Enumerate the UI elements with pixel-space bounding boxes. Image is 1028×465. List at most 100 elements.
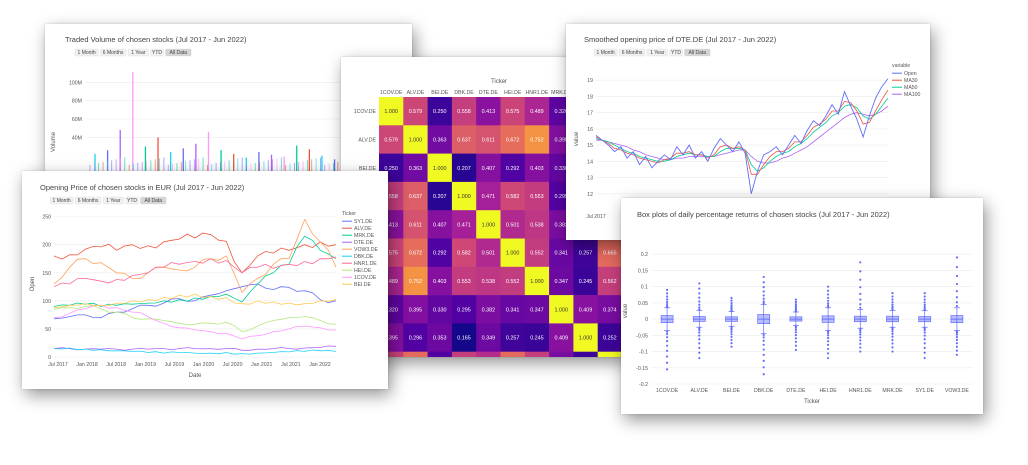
boxplot-outlier [730,328,733,331]
svg-text:0.296: 0.296 [409,336,423,342]
boxplot-x-tick: BEI.DE [723,388,741,394]
opening-range-button-1-month[interactable]: 1 Month [49,196,74,205]
opening-x-tick: Jul 2018 [106,362,126,368]
boxplot-outlier [666,368,669,371]
boxplot-outlier [859,286,862,289]
opening-range-button-1-year[interactable]: 1 Year [102,196,124,205]
boxplot-outlier [923,295,926,298]
boxplot-x-tick: MRK.DE [882,388,903,394]
heatmap-cell: 0.341 [549,238,574,268]
smoothed-range-button-1-month[interactable]: 1 Month [593,48,618,57]
heatmap-cell: 0.409 [573,295,598,324]
svg-text:0.257: 0.257 [579,251,593,257]
boxplot-outlier [827,352,830,355]
heatmap-x-title: Ticker [491,79,507,85]
boxplot-box-dte-de [789,311,803,326]
boxplot-outlier [955,301,958,304]
svg-text:0.363: 0.363 [409,166,423,172]
boxplot-box-alv-de [692,310,706,328]
heatmap-cell: 0.552 [524,238,550,268]
svg-text:0.582: 0.582 [457,251,471,257]
volume-range-button-1-month[interactable]: 1 Month [74,48,99,57]
smoothed-legend-item: MA100 [904,92,921,98]
heatmap-cell: 0.611 [476,125,501,154]
heatmap-cell: 0.245 [524,323,550,352]
heatmap-cell: 0.752 [524,125,550,154]
svg-text:0.538: 0.538 [482,279,496,285]
svg-text:1 Month: 1 Month [597,50,615,56]
svg-text:0.207: 0.207 [457,166,471,172]
boxplot-outlier [698,292,701,295]
svg-text:0.575: 0.575 [506,109,520,115]
boxplot-outlier [698,328,701,332]
heatmap-cell: 0.501 [476,238,501,268]
opening-legend-item: DBK.DE [354,254,374,260]
boxplot-outlier [955,336,958,339]
boxplot-outlier [666,340,669,343]
heatmap-cell: 0.558 [451,97,477,126]
opening-y-tick: 250 [42,215,51,221]
opening-series-1cov-de [53,304,336,340]
opening-series-hnr1-de [53,256,337,288]
svg-text:0.637: 0.637 [409,194,423,200]
opening-x-tick: Jul 2020 [223,362,243,368]
boxplot-outlier [955,333,958,336]
boxplot-outlier [794,334,797,337]
heatmap-cell: 0.489 [524,97,550,126]
svg-text:0.538: 0.538 [530,222,544,228]
boxplot-outlier [666,295,669,298]
boxplot-outlier [730,338,733,342]
opening-range-button-all-data[interactable]: All Data [140,196,167,205]
volume-range-button-ytd[interactable]: YTD [150,48,164,57]
opening-range-button-6-months[interactable]: 6 Months [75,196,102,205]
boxplot-outlier [730,304,733,307]
heatmap-cell: 0.403 [524,153,550,183]
svg-text:1.000: 1.000 [482,222,496,228]
volume-range-button-1-year[interactable]: 1 Year [127,48,149,57]
returns-boxplot-chart: Box plots of daily percentage returns of… [623,210,973,405]
svg-text:0.403: 0.403 [530,166,544,172]
heatmap-cell: 0.562 [524,351,550,357]
opening-range-button-ytd[interactable]: YTD [125,196,139,205]
boxplot-outlier [859,306,862,309]
svg-text:0.341: 0.341 [555,251,569,257]
boxplot-x-tick: DTE.DE [786,388,806,394]
boxplot-outlier [666,288,669,292]
svg-text:0.395: 0.395 [409,307,423,313]
heatmap-cell: 0.582 [451,238,477,268]
smoothed-x-tick: Jul 2017 [586,214,606,220]
boxplot-outlier [923,334,926,337]
boxplot-outlier [794,340,797,343]
heatmap-cell: 0.292 [427,238,453,268]
boxplot-outlier [794,298,797,301]
smoothed-range-button-6-months[interactable]: 6 Months [619,48,646,57]
boxplot-outlier [794,344,797,347]
opening-price-chart-card: Opening Price of chosen stocks in EUR (J… [22,171,388,389]
volume-y-label: Volume [51,131,57,152]
boxplot-outlier [730,296,733,300]
opening-x-tick: Jan 2019 [135,362,156,368]
boxplot-outlier [859,336,862,339]
svg-text:0.207: 0.207 [433,194,447,200]
smoothed-range-button-1-year[interactable]: 1 Year [646,48,668,57]
boxplot-outlier [891,332,894,335]
boxplot-outlier [794,305,797,308]
opening-legend-item: HNR1.DE [354,261,377,267]
heatmap-cell: 0.582 [500,181,526,211]
smoothed-range-button-ytd[interactable]: YTD [669,48,683,57]
boxplot-outlier [762,297,765,300]
volume-range-button-all-data[interactable]: All Data [165,48,192,57]
svg-text:All Data: All Data [170,50,188,56]
volume-y-tick: 40M [72,135,82,141]
heatmap-cell: 0.665 [597,238,623,268]
svg-text:0.403: 0.403 [433,279,447,285]
heatmap-col-label: DBK.DE [454,90,474,96]
opening-y-tick: 0 [48,355,51,361]
smoothed-range-button-all-data[interactable]: All Data [684,48,711,57]
smoothed-legend-item: Open [904,71,917,77]
smoothed-y-tick: 19 [587,78,593,84]
volume-range-button-6-months[interactable]: 6 Months [100,48,127,57]
heatmap-cell: 0.553 [451,266,477,296]
boxplot-outlier [827,299,830,302]
boxplot-outlier [827,340,830,343]
